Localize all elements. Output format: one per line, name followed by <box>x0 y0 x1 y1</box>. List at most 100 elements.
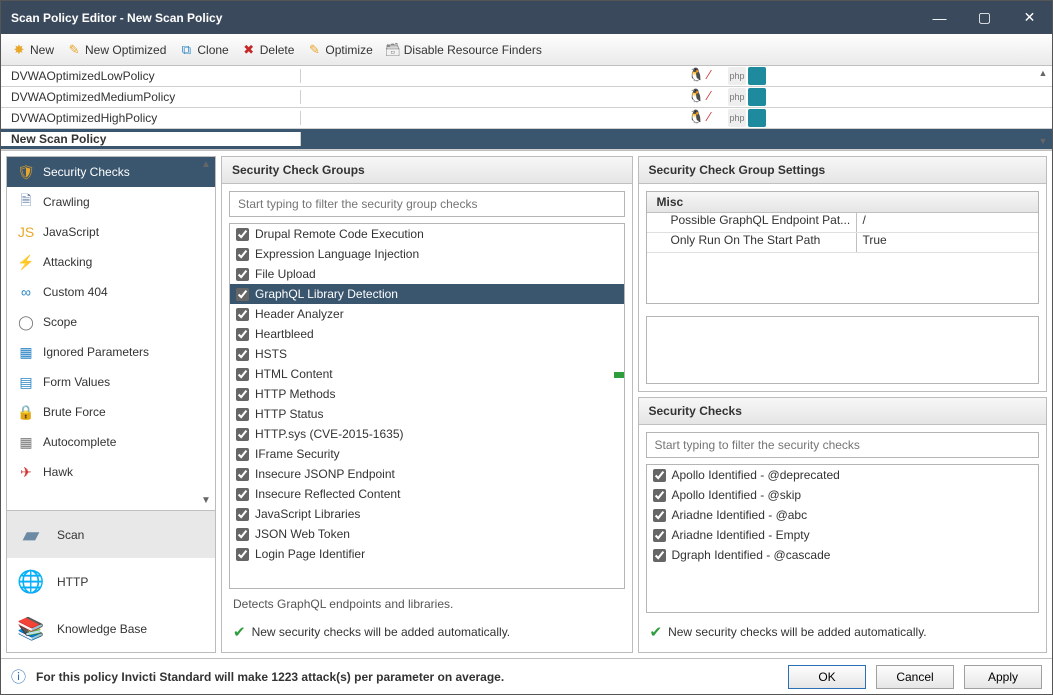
group-checkbox[interactable] <box>236 528 249 541</box>
checks-note: ✔ New security checks will be added auto… <box>646 619 1040 645</box>
sidebar-scroll-down-icon[interactable]: ▼ <box>201 495 213 506</box>
policy-row[interactable]: DVWAOptimizedHighPolicy🐧∕php <box>1 108 1052 129</box>
group-checkbox[interactable] <box>236 488 249 501</box>
sidebar-item[interactable]: JSJavaScript <box>7 217 215 247</box>
clone-button[interactable]: ⧉ Clone <box>174 40 232 60</box>
sidebar-item[interactable]: 🔒Brute Force <box>7 397 215 427</box>
settings-value[interactable]: / <box>857 213 1039 232</box>
check-row[interactable]: Ariadne Identified - Empty <box>647 525 1039 545</box>
group-row[interactable]: File Upload <box>230 264 624 284</box>
settings-row[interactable]: Possible GraphQL Endpoint Pat.../ <box>647 213 1039 233</box>
group-row[interactable]: JSON Web Token <box>230 524 624 544</box>
sidebar-item[interactable]: 🗎Crawling <box>7 187 215 217</box>
check-checkbox[interactable] <box>653 469 666 482</box>
ok-button[interactable]: OK <box>788 665 866 689</box>
policy-row[interactable]: DVWAOptimizedLowPolicy🐧∕php <box>1 66 1052 87</box>
check-circle-icon: ✔ <box>233 623 246 641</box>
group-checkbox[interactable] <box>236 288 249 301</box>
check-row[interactable]: Ariadne Identified - @abc <box>647 505 1039 525</box>
feather-icon: ∕ <box>708 88 726 106</box>
group-row[interactable]: Login Page Identifier <box>230 544 624 564</box>
sidebar-item[interactable]: ∞Custom 404 <box>7 277 215 307</box>
group-row[interactable]: HTML Content <box>230 364 624 384</box>
group-checkbox[interactable] <box>236 508 249 521</box>
new-button[interactable]: ✸ New <box>7 40 58 60</box>
settings-value[interactable]: True <box>857 233 1039 252</box>
sidebar-scroll-up-icon[interactable]: ▲ <box>201 159 213 170</box>
sidebar-item[interactable]: ◯Scope <box>7 307 215 337</box>
groups-description: Detects GraphQL endpoints and libraries. <box>229 595 625 613</box>
policy-list[interactable]: ▲ DVWAOptimizedLowPolicy🐧∕phpDVWAOptimiz… <box>1 66 1052 151</box>
checks-list[interactable]: Apollo Identified - @deprecatedApollo Id… <box>646 464 1040 613</box>
group-checkbox[interactable] <box>236 388 249 401</box>
group-row[interactable]: Heartbleed <box>230 324 624 344</box>
group-row[interactable]: Expression Language Injection <box>230 244 624 264</box>
sidebar-item[interactable]: 🛡Security Checks <box>7 157 215 187</box>
group-checkbox[interactable] <box>236 268 249 281</box>
check-row[interactable]: Apollo Identified - @skip <box>647 485 1039 505</box>
group-checkbox[interactable] <box>236 468 249 481</box>
policy-row[interactable]: DVWAOptimizedMediumPolicy🐧∕php <box>1 87 1052 108</box>
group-checkbox[interactable] <box>236 328 249 341</box>
scroll-marker-icon <box>614 372 624 378</box>
group-label: HTTP Methods <box>255 387 335 401</box>
sidebar-item[interactable]: ▤Form Values <box>7 367 215 397</box>
sidebar-item[interactable]: 📚Knowledge Base <box>7 605 215 652</box>
apply-button[interactable]: Apply <box>964 665 1042 689</box>
sidebar-item[interactable]: ▦Ignored Parameters <box>7 337 215 367</box>
group-row[interactable]: HTTP Status <box>230 404 624 424</box>
group-row[interactable]: Insecure Reflected Content <box>230 484 624 504</box>
group-row[interactable]: GraphQL Library Detection <box>230 284 624 304</box>
settings-grid[interactable]: Misc Possible GraphQL Endpoint Pat.../On… <box>646 191 1040 304</box>
group-checkbox[interactable] <box>236 368 249 381</box>
group-row[interactable]: IFrame Security <box>230 444 624 464</box>
group-row[interactable]: Drupal Remote Code Execution <box>230 224 624 244</box>
sidebar-item[interactable]: ✈Hawk <box>7 457 215 487</box>
group-checkbox[interactable] <box>236 448 249 461</box>
group-checkbox[interactable] <box>236 428 249 441</box>
checks-note-text: New security checks will be added automa… <box>668 625 927 639</box>
new-optimized-button[interactable]: ✎ New Optimized <box>62 40 170 60</box>
toolbar: ✸ New ✎ New Optimized ⧉ Clone ✖ Delete ✎… <box>1 34 1052 66</box>
sidebar-item[interactable]: 🌐HTTP <box>7 558 215 605</box>
check-checkbox[interactable] <box>653 509 666 522</box>
group-checkbox[interactable] <box>236 408 249 421</box>
group-row[interactable]: HSTS <box>230 344 624 364</box>
groups-list[interactable]: Drupal Remote Code ExecutionExpression L… <box>229 223 625 589</box>
check-checkbox[interactable] <box>653 489 666 502</box>
policy-row[interactable]: New Scan Policy <box>1 129 1052 150</box>
group-row[interactable]: Insecure JSONP Endpoint <box>230 464 624 484</box>
sidebar-item[interactable]: ▰Scan <box>7 511 215 558</box>
scroll-up-icon[interactable]: ▲ <box>1036 68 1050 80</box>
group-checkbox[interactable] <box>236 308 249 321</box>
close-button[interactable]: ✕ <box>1007 1 1052 34</box>
settings-group-misc[interactable]: Misc <box>647 192 1039 213</box>
check-checkbox[interactable] <box>653 549 666 562</box>
settings-row[interactable]: Only Run On The Start PathTrue <box>647 233 1039 253</box>
group-checkbox[interactable] <box>236 548 249 561</box>
check-row[interactable]: Dgraph Identified - @cascade <box>647 545 1039 565</box>
group-row[interactable]: HTTP.sys (CVE-2015-1635) <box>230 424 624 444</box>
group-row[interactable]: Header Analyzer <box>230 304 624 324</box>
checks-filter-input[interactable] <box>646 432 1040 458</box>
minimize-button[interactable]: — <box>917 1 962 34</box>
group-checkbox[interactable] <box>236 248 249 261</box>
checks-title: Security Checks <box>639 398 1047 425</box>
group-checkbox[interactable] <box>236 348 249 361</box>
maximize-button[interactable]: ▢ <box>962 1 1007 34</box>
sidebar-item[interactable]: ▦Autocomplete <box>7 427 215 457</box>
cancel-button[interactable]: Cancel <box>876 665 954 689</box>
group-checkbox[interactable] <box>236 228 249 241</box>
group-row[interactable]: HTTP Methods <box>230 384 624 404</box>
groups-title: Security Check Groups <box>222 157 632 184</box>
group-row[interactable]: JavaScript Libraries <box>230 504 624 524</box>
page-icon <box>748 67 766 85</box>
optimize-button[interactable]: ✎ Optimize <box>302 40 376 60</box>
sidebar-item[interactable]: ⚡Attacking <box>7 247 215 277</box>
check-row[interactable]: Apollo Identified - @deprecated <box>647 465 1039 485</box>
disable-finders-button[interactable]: 🗃 Disable Resource Finders <box>381 40 546 60</box>
groups-filter-input[interactable] <box>229 191 625 217</box>
scroll-down-icon[interactable]: ▼ <box>1036 136 1050 148</box>
check-checkbox[interactable] <box>653 529 666 542</box>
delete-button[interactable]: ✖ Delete <box>237 40 299 60</box>
